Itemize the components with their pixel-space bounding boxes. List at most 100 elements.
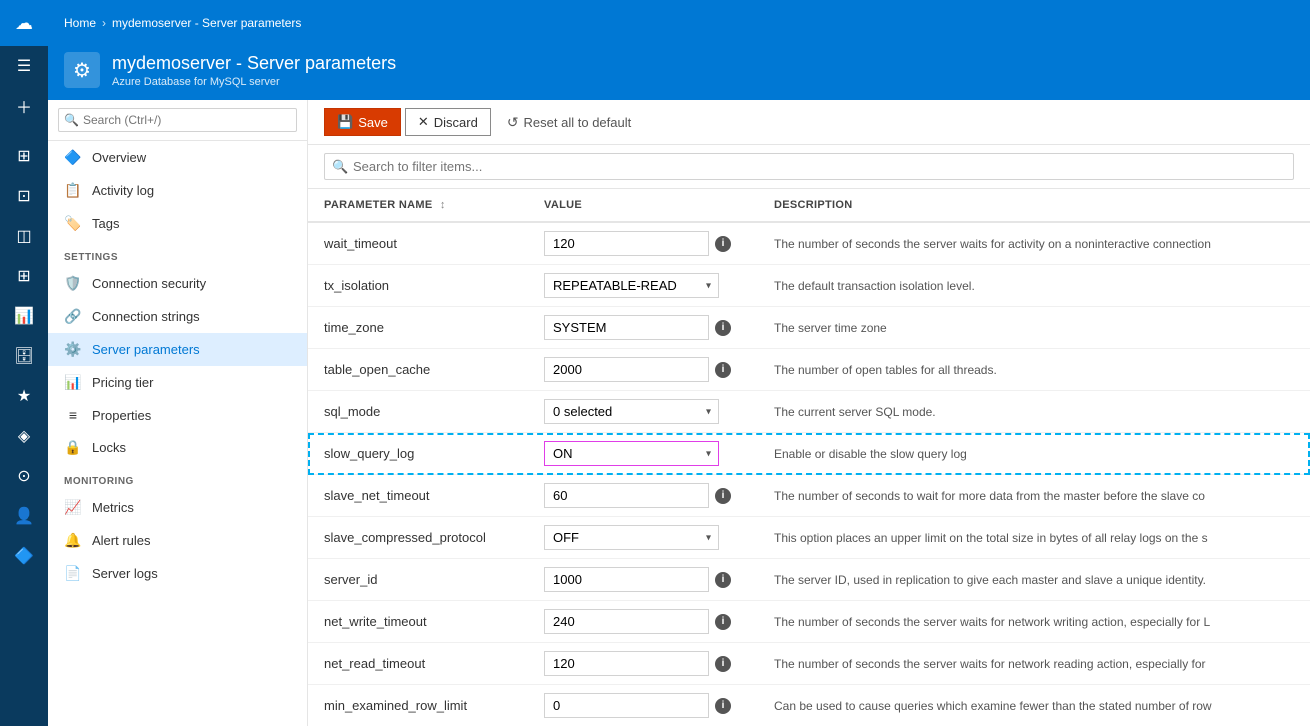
- table-row: tx_isolation READ-UNCOMMITTEDREAD-COMMIT…: [308, 265, 1310, 307]
- reset-button[interactable]: ↺ Reset all to default: [495, 109, 643, 136]
- info-icon[interactable]: i: [715, 614, 731, 630]
- nav-icon-home[interactable]: ⊞: [0, 136, 48, 176]
- info-icon[interactable]: i: [715, 362, 731, 378]
- sidebar-item-tags[interactable]: 🏷️ Tags: [48, 207, 307, 240]
- page-subtitle: Azure Database for MySQL server: [112, 76, 396, 88]
- nav-icon-db[interactable]: 🔷: [0, 536, 48, 576]
- info-icon[interactable]: i: [715, 236, 731, 252]
- param-name: table_open_cache: [324, 362, 430, 377]
- param-select[interactable]: ONOFF: [544, 525, 719, 550]
- properties-icon: ≡: [64, 407, 82, 423]
- param-name-cell: server_id: [308, 559, 528, 601]
- nav-icon-menu[interactable]: ☰: [0, 46, 48, 86]
- param-name-cell: slow_query_log: [308, 433, 528, 475]
- param-select[interactable]: ONOFF: [544, 441, 719, 466]
- filter-input[interactable]: [324, 153, 1294, 180]
- param-desc: The server time zone: [774, 321, 887, 335]
- nav-icon-circle[interactable]: ⊙: [0, 456, 48, 496]
- sidebar-item-overview[interactable]: 🔷 Overview: [48, 141, 307, 174]
- nav-bar: ☁ ☰ ＋ ⊞ ⊡ ◫ ⊞ 📊 🗄 ★ ◈ ⊙ 👤 🔷: [0, 0, 48, 726]
- metrics-icon: 📈: [64, 499, 82, 516]
- locks-icon: 🔒: [64, 439, 82, 456]
- pricing-tier-icon: 📊: [64, 374, 82, 391]
- param-table-body: wait_timeoutiThe number of seconds the s…: [308, 222, 1310, 726]
- sidebar-item-pricing-tier[interactable]: 📊 Pricing tier: [48, 366, 307, 399]
- tags-icon: 🏷️: [64, 215, 82, 232]
- info-icon[interactable]: i: [715, 572, 731, 588]
- breadcrumb-home[interactable]: Home: [64, 16, 96, 30]
- sidebar-item-alert-rules[interactable]: 🔔 Alert rules: [48, 524, 307, 557]
- nav-icon-recent[interactable]: ⊞: [0, 256, 48, 296]
- param-value-cell: i: [528, 643, 758, 685]
- param-input-field[interactable]: [544, 315, 709, 340]
- sidebar-item-properties[interactable]: ≡ Properties: [48, 399, 307, 431]
- save-button[interactable]: 💾 Save: [324, 108, 401, 136]
- param-input-field[interactable]: [544, 231, 709, 256]
- param-desc: This option places an upper limit on the…: [774, 531, 1208, 545]
- param-desc-cell: The current server SQL mode.: [758, 391, 1310, 433]
- reset-label: Reset all to default: [524, 115, 632, 130]
- sidebar-item-server-logs[interactable]: 📄 Server logs: [48, 557, 307, 590]
- nav-icon-sql[interactable]: 🗄: [0, 336, 48, 376]
- param-desc: Can be used to cause queries which exami…: [774, 699, 1212, 713]
- alert-rules-icon: 🔔: [64, 532, 82, 549]
- sidebar-item-metrics[interactable]: 📈 Metrics: [48, 491, 307, 524]
- sidebar-item-locks-label: Locks: [92, 440, 126, 455]
- connection-security-icon: 🛡️: [64, 275, 82, 292]
- table-row: net_read_timeout i The number of seconds t…: [308, 643, 1310, 685]
- sidebar-search-input[interactable]: [58, 108, 297, 132]
- param-input-field[interactable]: [544, 609, 709, 634]
- param-input-field[interactable]: [544, 567, 709, 592]
- param-input-field[interactable]: [544, 651, 709, 676]
- param-name-cell: net_read_timeout: [308, 643, 528, 685]
- breadcrumb-bar: Home › mydemoserver - Server parameters: [48, 0, 1310, 46]
- param-select-wrap: ONOFF▾: [544, 441, 719, 466]
- nav-icon-person[interactable]: 👤: [0, 496, 48, 536]
- param-input-field[interactable]: [544, 693, 709, 718]
- param-input-field[interactable]: [544, 357, 709, 382]
- save-label: Save: [358, 115, 388, 130]
- info-icon[interactable]: i: [715, 488, 731, 504]
- param-name: slow_query_log: [324, 446, 414, 461]
- sidebar-item-connection-strings[interactable]: 🔗 Connection strings: [48, 300, 307, 333]
- breadcrumb-sep1: ›: [102, 16, 106, 30]
- sidebar-item-activity-log[interactable]: 📋 Activity log: [48, 174, 307, 207]
- sidebar-item-server-parameters-label: Server parameters: [92, 342, 200, 357]
- sidebar-item-activity-log-label: Activity log: [92, 183, 154, 198]
- nav-icon-plus[interactable]: ＋: [0, 86, 48, 126]
- param-desc-cell: Enable or disable the slow query log: [758, 433, 1310, 475]
- param-select[interactable]: READ-UNCOMMITTEDREAD-COMMITTEDREPEATABLE…: [544, 273, 719, 298]
- discard-label: Discard: [434, 115, 478, 130]
- info-icon[interactable]: i: [715, 656, 731, 672]
- table-row: slave_net_timeoutiThe number of seconds …: [308, 475, 1310, 517]
- sidebar-item-connection-security[interactable]: 🛡️ Connection security: [48, 267, 307, 300]
- overview-icon: 🔷: [64, 149, 82, 166]
- sort-arrow-icon[interactable]: ↕: [440, 199, 446, 211]
- param-desc-cell: The number of seconds the server waits f…: [758, 643, 1310, 685]
- param-name: time_zone: [324, 320, 384, 335]
- filter-bar: 🔍: [308, 145, 1310, 189]
- table-area: 🔍 PARAMETER NAME ↕ VALUE DESCRIPTION: [308, 145, 1310, 726]
- server-logs-icon: 📄: [64, 565, 82, 582]
- sidebar-item-locks[interactable]: 🔒 Locks: [48, 431, 307, 464]
- nav-icon-puzzle[interactable]: ◈: [0, 416, 48, 456]
- nav-icon-monitor[interactable]: 📊: [0, 296, 48, 336]
- info-icon[interactable]: i: [715, 320, 731, 336]
- table-row: net_write_timeoutiThe number of seconds …: [308, 601, 1310, 643]
- sidebar-item-pricing-tier-label: Pricing tier: [92, 375, 153, 390]
- param-select[interactable]: 0 selected: [544, 399, 719, 424]
- info-icon[interactable]: i: [715, 698, 731, 714]
- param-desc: The number of seconds the server waits f…: [774, 237, 1211, 251]
- table-row: min_examined_row_limitiCan be used to ca…: [308, 685, 1310, 726]
- nav-icon-resources[interactable]: ◫: [0, 216, 48, 256]
- param-input-field[interactable]: [544, 483, 709, 508]
- main-area: Home › mydemoserver - Server parameters …: [48, 0, 1310, 726]
- param-name: server_id: [324, 572, 377, 587]
- param-name-cell: slave_compressed_protocol: [308, 517, 528, 559]
- param-select-wrap: 0 selected▾: [544, 399, 719, 424]
- discard-button[interactable]: ✕ Discard: [405, 108, 491, 136]
- nav-icon-star[interactable]: ★: [0, 376, 48, 416]
- nav-icon-dashboard[interactable]: ⊡: [0, 176, 48, 216]
- param-desc-cell: The number of open tables for all thread…: [758, 349, 1310, 391]
- sidebar-item-server-parameters[interactable]: ⚙️ Server parameters: [48, 333, 307, 366]
